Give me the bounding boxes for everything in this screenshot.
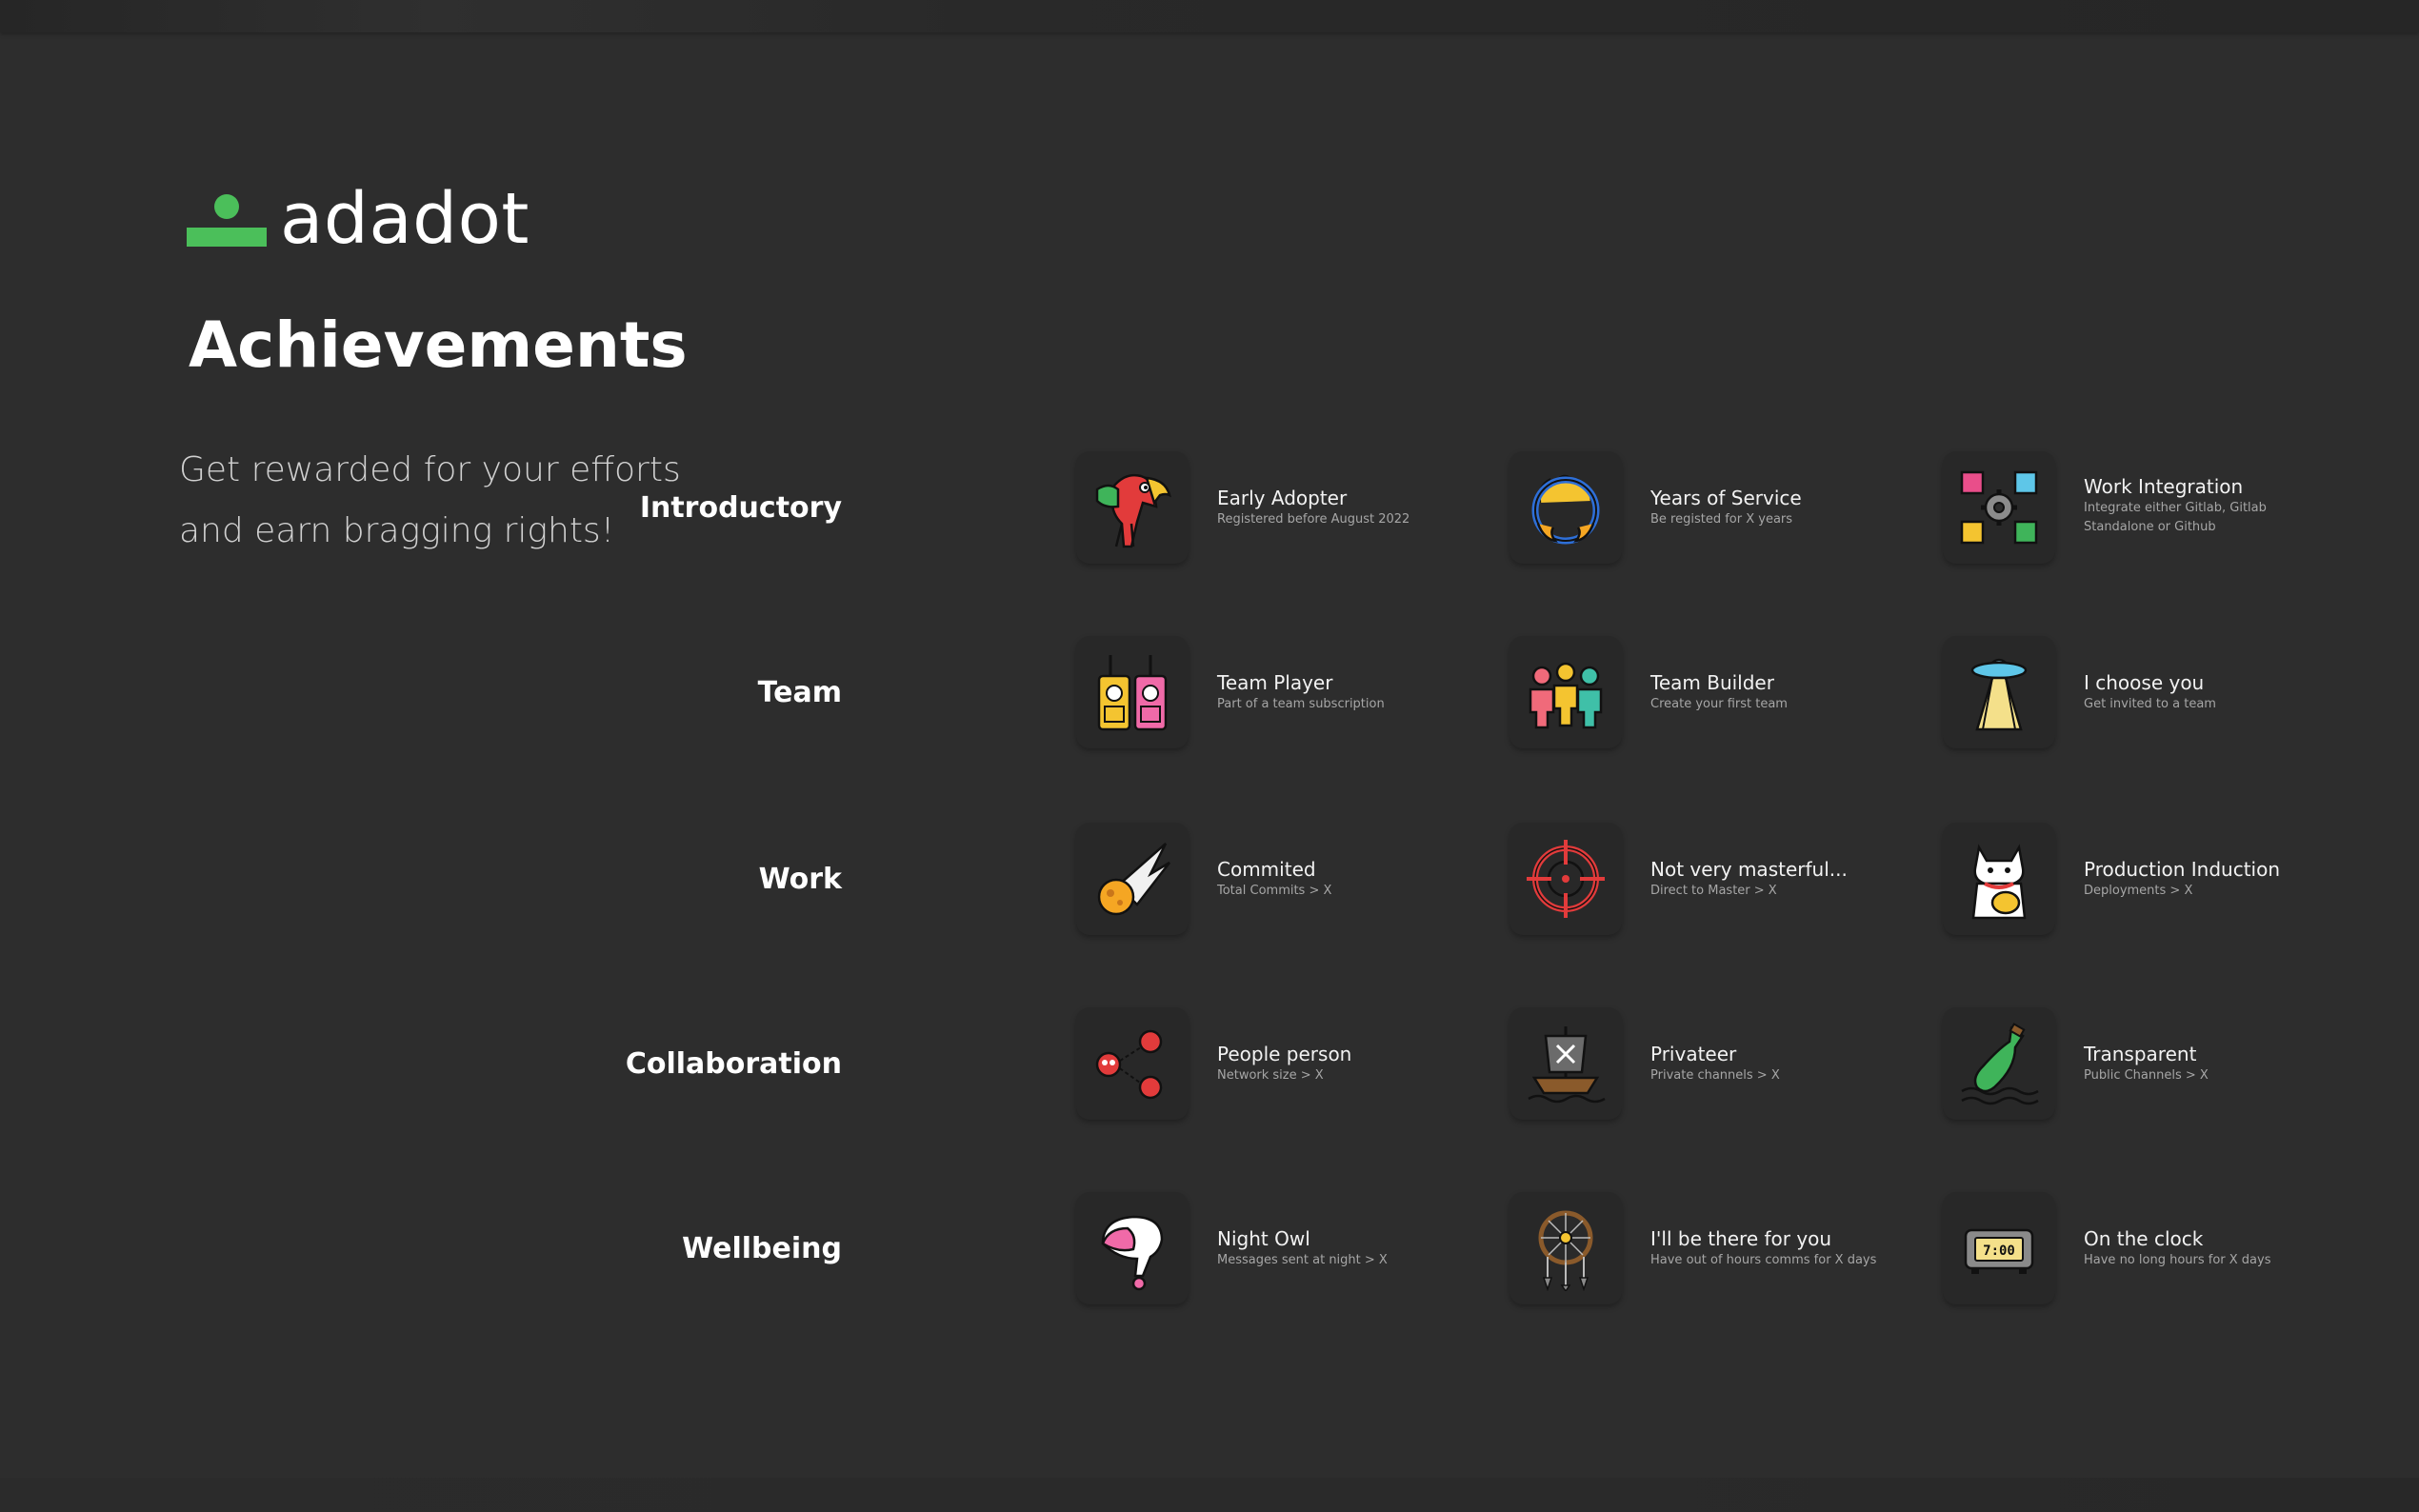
achievement-tile xyxy=(1076,451,1189,564)
category-label: Introductory xyxy=(639,491,842,525)
achievement-tile xyxy=(1076,1192,1189,1304)
achievement-name: Years of Service xyxy=(1650,487,1802,509)
achievement-description: Registered before August 2022 xyxy=(1217,512,1410,527)
achievement-description: Integrate either Gitlab, Gitlab Standalo… xyxy=(2084,501,2267,534)
achievement-name: Work Integration xyxy=(2084,475,2244,498)
category-label: Collaboration xyxy=(625,1047,842,1081)
achievement-row-introductory: Introductory Early Adopter Registered be… xyxy=(640,451,2343,566)
achievement-tile: 7:00 xyxy=(1943,1192,2055,1304)
achievement-card[interactable]: Privateer Private channels > X xyxy=(1509,1007,1929,1122)
achievement-name: People person xyxy=(1217,1043,1352,1065)
achievement-card[interactable]: Work Integration Integrate either Gitlab… xyxy=(1943,451,2362,566)
page-subtitle: Get rewarded for your efforts and earn b… xyxy=(179,450,681,550)
achievement-description: Be registed for X years xyxy=(1650,512,1793,527)
achievement-description: Part of a team subscription xyxy=(1217,697,1385,711)
achievement-name: Team Player xyxy=(1217,671,1333,694)
parrot-icon xyxy=(1095,473,1171,548)
achievement-tile xyxy=(1076,1007,1189,1120)
achievement-card[interactable]: Years of Service Be registed for X years xyxy=(1509,451,1929,566)
achievement-description: Get invited to a team xyxy=(2084,697,2216,711)
achievement-card[interactable]: 7:00 On the clock Have no long hours for… xyxy=(1943,1192,2362,1306)
achievement-name: Privateer xyxy=(1650,1043,1737,1065)
achievement-name: Not very masterful... xyxy=(1650,858,1848,881)
achievement-tile xyxy=(1943,451,2055,564)
achievement-card[interactable]: Team Builder Create your first team xyxy=(1509,636,1929,750)
achievement-name: I choose you xyxy=(2084,671,2205,694)
achievement-tile xyxy=(1943,823,2055,935)
achievement-card[interactable]: Commited Total Commits > X xyxy=(1076,823,1495,937)
achievement-tile xyxy=(1509,636,1622,748)
achievement-row-work: Work Commited Total Commits > X Not very… xyxy=(759,823,2343,937)
category-label: Work xyxy=(758,863,842,896)
achievement-description: Deployments > X xyxy=(2084,884,2193,898)
network-icon xyxy=(1095,1029,1163,1100)
achievement-description: Network size > X xyxy=(1217,1068,1324,1083)
achievement-row-team: Team Team Player Part of a team subscrip… xyxy=(758,636,2343,750)
walkie-talkie-icon xyxy=(1097,655,1168,731)
achievement-description: Total Commits > X xyxy=(1217,884,1332,898)
achievement-card[interactable]: People person Network size > X xyxy=(1076,1007,1495,1122)
achievement-tile xyxy=(1509,1007,1622,1120)
achievement-tile xyxy=(1509,451,1622,564)
achievement-description: Messages sent at night > X xyxy=(1217,1253,1388,1267)
achievement-tile xyxy=(1943,1007,2055,1120)
achievement-name: On the clock xyxy=(2084,1227,2204,1250)
bottle-icon xyxy=(1961,1023,2039,1105)
ufo-icon xyxy=(1970,658,2028,731)
achievement-tile xyxy=(1076,823,1189,935)
bottom-strip xyxy=(0,1478,2419,1512)
puzzle-gear-icon xyxy=(1960,470,2038,545)
fire-ring-icon xyxy=(1531,474,1600,545)
adadot-logo: adadot xyxy=(187,176,530,262)
top-bar xyxy=(0,0,2419,32)
achievement-card[interactable]: Early Adopter Registered before August 2… xyxy=(1076,451,1495,566)
pirate-ship-icon xyxy=(1528,1026,1606,1104)
achievement-card[interactable]: Production Induction Deployments > X xyxy=(1943,823,2362,937)
achievement-description: Direct to Master > X xyxy=(1650,884,1777,898)
category-label: Wellbeing xyxy=(682,1232,842,1265)
alarm-clock-icon: 7:00 xyxy=(1964,1228,2034,1274)
achievement-description: Create your first team xyxy=(1650,697,1788,711)
achievement-description: Have out of hours comms for X days xyxy=(1650,1253,1877,1267)
achievement-name: Team Builder xyxy=(1650,671,1774,694)
crosshair-icon xyxy=(1527,840,1605,918)
achievement-name: I'll be there for you xyxy=(1650,1227,1832,1250)
dreamcatcher-icon xyxy=(1538,1210,1593,1291)
achievement-row-wellbeing: Wellbeing Night Owl Messages sent at nig… xyxy=(682,1192,2343,1306)
achievement-card[interactable]: I'll be there for you Have out of hours … xyxy=(1509,1192,1929,1306)
achievement-card[interactable]: Transparent Public Channels > X xyxy=(1943,1007,2362,1122)
nightcap-icon xyxy=(1101,1215,1164,1291)
page-title: Achievements xyxy=(189,308,688,382)
achievement-name: Early Adopter xyxy=(1217,487,1348,509)
achievement-card[interactable]: Not very masterful... Direct to Master >… xyxy=(1509,823,1929,937)
achievement-name: Night Owl xyxy=(1217,1227,1310,1250)
meteor-icon xyxy=(1097,843,1170,916)
achievement-tile xyxy=(1076,636,1189,748)
achievement-description: Public Channels > X xyxy=(2084,1068,2209,1083)
achievement-name: Production Induction xyxy=(2084,858,2281,881)
clock-face-text: 7:00 xyxy=(1983,1243,2015,1259)
logo-text: adadot xyxy=(280,178,530,260)
achievement-name: Commited xyxy=(1217,858,1316,881)
people-icon xyxy=(1529,662,1603,729)
lucky-cat-icon xyxy=(1971,844,2027,920)
achievement-name: Transparent xyxy=(2084,1043,2197,1065)
achievement-tile xyxy=(1509,1192,1622,1304)
achievement-description: Private channels > X xyxy=(1650,1068,1780,1083)
achievement-tile xyxy=(1943,636,2055,748)
achievement-card[interactable]: Night Owl Messages sent at night > X xyxy=(1076,1192,1495,1306)
adadot-logo-icon xyxy=(187,194,267,247)
achievement-row-collaboration: Collaboration People person Network size… xyxy=(626,1007,2343,1122)
achievement-description: Have no long hours for X days xyxy=(2084,1253,2271,1267)
category-label: Team xyxy=(757,676,842,709)
achievement-tile xyxy=(1509,823,1622,935)
achievement-card[interactable]: Team Player Part of a team subscription xyxy=(1076,636,1495,750)
achievement-card[interactable]: I choose you Get invited to a team xyxy=(1943,636,2362,750)
